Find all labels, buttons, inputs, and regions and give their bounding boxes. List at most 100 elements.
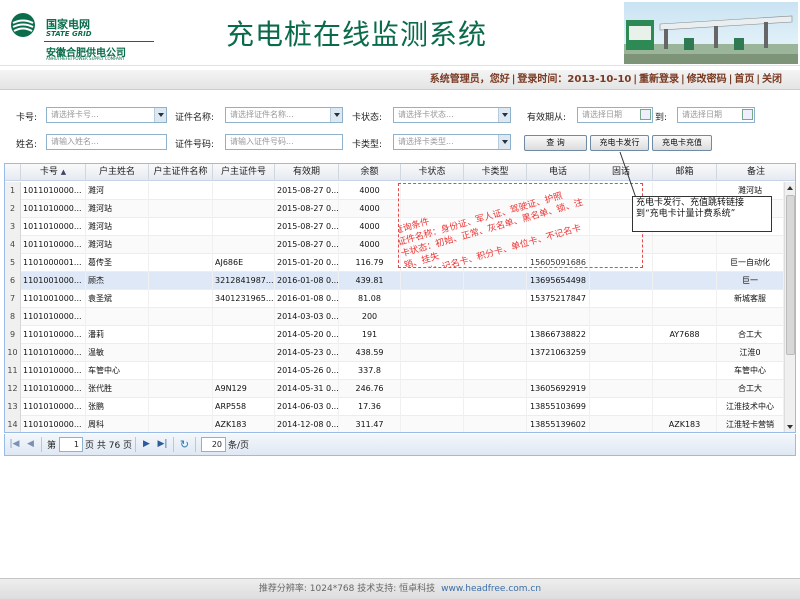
home-link[interactable]: 首页	[734, 74, 754, 85]
table-row[interactable]: 8 1101010000... 2014-03-03 0... 200	[5, 308, 784, 326]
calendar-icon[interactable]	[640, 109, 651, 120]
table-cell	[590, 398, 653, 416]
row-number: 12	[5, 380, 21, 398]
column-header[interactable]: 电话	[527, 164, 590, 181]
table-cell	[149, 272, 213, 290]
column-header-card-no[interactable]: 卡号 ▲	[21, 164, 86, 181]
chevron-down-icon[interactable]	[498, 135, 510, 149]
first-page-icon[interactable]: |◀	[9, 439, 20, 450]
last-page-icon[interactable]: ▶|	[157, 439, 168, 450]
table-cell	[653, 236, 717, 254]
table-cell	[527, 362, 590, 380]
table-cell: 13605692919	[527, 380, 590, 398]
chevron-down-icon[interactable]	[498, 108, 510, 122]
table-cell: 13855103699	[527, 398, 590, 416]
next-page-icon[interactable]: ▶	[141, 439, 152, 450]
page-number-input[interactable]: 1	[59, 437, 83, 452]
card-type-combo[interactable]: 请选择卡类型...	[393, 134, 511, 150]
table-cell: 2016-01-08 0...	[275, 290, 339, 308]
table-cell: 濉河站	[86, 236, 149, 254]
card-status-combo[interactable]: 请选择卡状态...	[393, 107, 511, 123]
table-cell: 濉河站	[86, 218, 149, 236]
table-row[interactable]: 4 1011010000... 濉河站 2015-08-27 0... 4000	[5, 236, 784, 254]
table-cell: 17.36	[339, 398, 401, 416]
table-cell: 潘莉	[86, 326, 149, 344]
table-row[interactable]: 12 1101010000... 张代胜 A9N129 2014-05-31 0... 2…	[5, 380, 784, 398]
valid-from-date[interactable]: 请选择日期	[577, 107, 653, 123]
row-number: 4	[5, 236, 21, 254]
table-cell: 15375217847	[527, 290, 590, 308]
table-cell: 2014-05-23 0...	[275, 344, 339, 362]
valid-to-date[interactable]: 请选择日期	[677, 107, 755, 123]
scroll-thumb[interactable]	[786, 195, 795, 355]
table-cell	[401, 416, 464, 432]
table-cell: 2015-08-27 0...	[275, 200, 339, 218]
column-header[interactable]: 卡类型	[464, 164, 527, 181]
column-header[interactable]: 户主证件名称	[149, 164, 213, 181]
change-password-link[interactable]: 修改密码	[687, 74, 727, 85]
table-cell: 4000	[339, 182, 401, 200]
table-cell	[590, 308, 653, 326]
calendar-icon[interactable]	[742, 109, 753, 120]
scroll-down-icon[interactable]	[786, 423, 795, 432]
table-cell	[590, 326, 653, 344]
issue-recharge-callout: 充电卡发行、充值跳转链接 到“充电卡计量计费系统”	[632, 196, 772, 232]
table-cell: 2014-05-20 0...	[275, 326, 339, 344]
table-cell: AY7688	[653, 326, 717, 344]
table-cell: 合工大	[717, 380, 784, 398]
column-header[interactable]: 户主姓名	[86, 164, 149, 181]
column-header[interactable]: 余额	[339, 164, 401, 181]
prev-page-icon[interactable]: ◀	[25, 439, 36, 450]
query-button[interactable]: 查 询	[524, 135, 587, 151]
table-cell	[464, 380, 527, 398]
vertical-scrollbar[interactable]	[784, 182, 795, 432]
table-row[interactable]: 13 1101010000... 张鹏 ARP558 2014-06-03 0... 17…	[5, 398, 784, 416]
table-row[interactable]: 9 1101010000... 潘莉 2014-05-20 0... 191 138667…	[5, 326, 784, 344]
callout-pointer	[619, 151, 637, 199]
query-conditions-annotation: 查询条件 证件名称：身份证、军人证、驾驶证、护照 卡状态：初始、正常、灰名单、黑…	[398, 183, 643, 268]
table-row[interactable]: 11 1101010000... 车管中心 2014-05-26 0... 337.8 车…	[5, 362, 784, 380]
recharge-card-button[interactable]: 充电卡充值	[652, 135, 712, 151]
id-no-input[interactable]: 请输入证件号码...	[225, 134, 343, 150]
table-cell: 车管中心	[717, 362, 784, 380]
refresh-icon[interactable]: ↻	[179, 439, 190, 450]
table-row[interactable]: 7 1101001000... 袁圣斌 3401231965... 2016-01-08…	[5, 290, 784, 308]
column-header[interactable]: 邮箱	[653, 164, 717, 181]
relogin-link[interactable]: 重新登录	[639, 74, 679, 85]
table-cell: 191	[339, 326, 401, 344]
chevron-down-icon[interactable]	[154, 108, 166, 122]
table-cell	[213, 236, 275, 254]
column-header[interactable]: 户主证件号	[213, 164, 275, 181]
name-input[interactable]: 请输入姓名...	[46, 134, 167, 150]
issue-card-button[interactable]: 充电卡发行	[590, 135, 649, 151]
table-cell	[149, 308, 213, 326]
page-size-input[interactable]: 20	[201, 437, 226, 452]
table-cell: 4000	[339, 218, 401, 236]
table-row[interactable]: 5 1101000001... 葛传圣 AJ686E 2015-01-20 0... 11…	[5, 254, 784, 272]
card-no-combo[interactable]: 请选择卡号...	[46, 107, 167, 123]
table-row[interactable]: 10 1101010000... 温敏 2014-05-23 0... 438.59 13…	[5, 344, 784, 362]
column-header[interactable]: 有效期	[275, 164, 339, 181]
table-cell: 濉河站	[86, 200, 149, 218]
state-grid-logo: 国家电网 STATE GRID 安徽合肥供电公司 ANHUI HEFEI POW…	[6, 8, 156, 61]
table-cell: 1101001000...	[21, 290, 86, 308]
chevron-down-icon[interactable]	[330, 108, 342, 122]
table-cell	[149, 344, 213, 362]
footer-site-link[interactable]: www.headfree.com.cn	[441, 584, 541, 594]
table-cell: 江淮技术中心	[717, 398, 784, 416]
close-link[interactable]: 关闭	[762, 74, 782, 85]
table-row[interactable]: 6 1101001000... 顾杰 3212841987... 2016-01-08 …	[5, 272, 784, 290]
table-cell	[464, 272, 527, 290]
id-name-combo[interactable]: 请选择证件名称...	[225, 107, 343, 123]
scroll-up-icon[interactable]	[786, 184, 795, 193]
column-header[interactable]: 备注	[717, 164, 795, 181]
table-cell: 2014-03-03 0...	[275, 308, 339, 326]
table-row[interactable]: 14 1101010000... 周科 AZK183 2014-12-08 0... 31…	[5, 416, 784, 432]
table-cell	[464, 416, 527, 432]
table-cell: 1011010000...	[21, 182, 86, 200]
row-number: 9	[5, 326, 21, 344]
table-cell	[149, 398, 213, 416]
table-cell	[653, 344, 717, 362]
table-cell: 4000	[339, 236, 401, 254]
column-header[interactable]: 卡状态	[401, 164, 464, 181]
